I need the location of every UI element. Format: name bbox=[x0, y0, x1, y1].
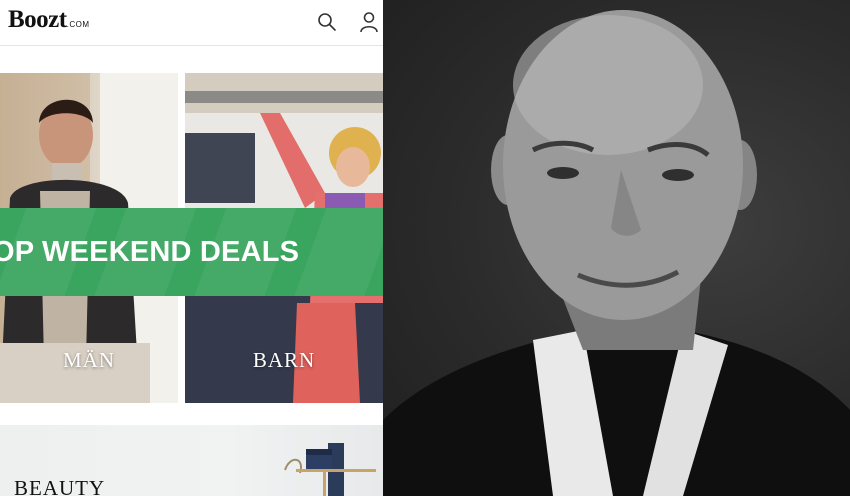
search-icon[interactable] bbox=[315, 10, 339, 34]
mobile-shop-screenshot: Boozt.COM MÄN BARN OP WEEKEND DEALS BEAU… bbox=[0, 0, 383, 496]
banner-text: OP WEEKEND DEALS bbox=[0, 236, 300, 268]
logo-text: Boozt bbox=[8, 6, 67, 33]
portrait-photo bbox=[383, 0, 850, 496]
user-icon[interactable] bbox=[357, 10, 381, 34]
category-tile-beauty[interactable]: BEAUTY bbox=[0, 425, 383, 496]
tile-label-beauty: BEAUTY bbox=[14, 476, 106, 496]
tile-label-men: MÄN bbox=[62, 348, 115, 372]
banner-pattern bbox=[289, 208, 383, 296]
man-portrait bbox=[383, 10, 850, 496]
logo-suffix: .COM bbox=[66, 20, 90, 29]
promo-banner[interactable]: OP WEEKEND DEALS bbox=[0, 208, 383, 296]
brand-logo[interactable]: Boozt.COM bbox=[8, 6, 90, 34]
header-bar: Boozt.COM bbox=[0, 0, 383, 46]
tile-label-kids: BARN bbox=[252, 348, 316, 372]
